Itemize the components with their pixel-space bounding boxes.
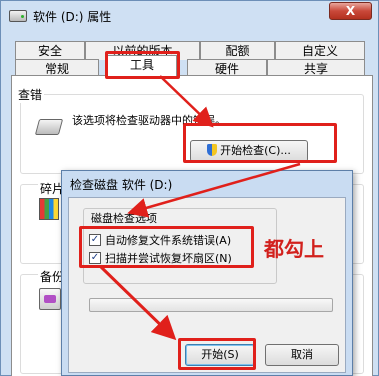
uac-shield-icon	[207, 144, 218, 156]
tab-quota[interactable]: 配额	[200, 41, 275, 60]
dialog-title: 检查磁盘 软件 (D:)	[70, 178, 173, 192]
error-check-group	[20, 94, 364, 174]
option-scan-sectors[interactable]: ✓ 扫描并尝试恢复坏扇区(N)	[89, 250, 232, 266]
options-group-title: 磁盘检查选项	[89, 210, 159, 226]
option-auto-fix[interactable]: ✓ 自动修复文件系统错误(A)	[89, 232, 231, 248]
start-check-button[interactable]: 开始检查(C)...	[190, 140, 308, 162]
scan-sectors-checkbox[interactable]: ✓	[89, 252, 101, 264]
window-title: 软件 (D:) 属性	[33, 9, 112, 24]
tab-tools[interactable]: 工具	[107, 55, 177, 77]
backup-icon	[39, 288, 61, 310]
annotation-text: 都勾上	[264, 237, 324, 261]
tab-security[interactable]: 安全	[15, 41, 85, 60]
hard-disk-icon	[34, 119, 64, 135]
error-check-title: 查错	[16, 86, 45, 103]
title-bar: 软件 (D:) 属性	[9, 5, 111, 27]
start-check-label: 开始检查(C)...	[220, 144, 291, 157]
close-button[interactable]: X	[329, 2, 372, 20]
scan-sectors-label: 扫描并尝试恢复坏扇区(N)	[105, 252, 232, 265]
auto-fix-label: 自动修复文件系统错误(A)	[105, 234, 232, 247]
scan-progress-bar	[89, 298, 333, 312]
dialog-body: 磁盘检查选项 ✓ 自动修复文件系统错误(A) ✓ 扫描并尝试恢复坏扇区(N) 开…	[68, 197, 346, 373]
check-disk-dialog: 检查磁盘 软件 (D:) 磁盘检查选项 ✓ 自动修复文件系统错误(A) ✓ 扫描…	[61, 170, 353, 376]
drive-icon	[9, 10, 27, 22]
error-check-description: 该选项将检查驱动器中的错误。	[72, 114, 226, 127]
defrag-icon	[39, 198, 59, 220]
cancel-button[interactable]: 取消	[265, 344, 339, 366]
start-button[interactable]: 开始(S)	[185, 344, 255, 366]
auto-fix-checkbox[interactable]: ✓	[89, 234, 101, 246]
tab-customize[interactable]: 自定义	[275, 41, 365, 60]
